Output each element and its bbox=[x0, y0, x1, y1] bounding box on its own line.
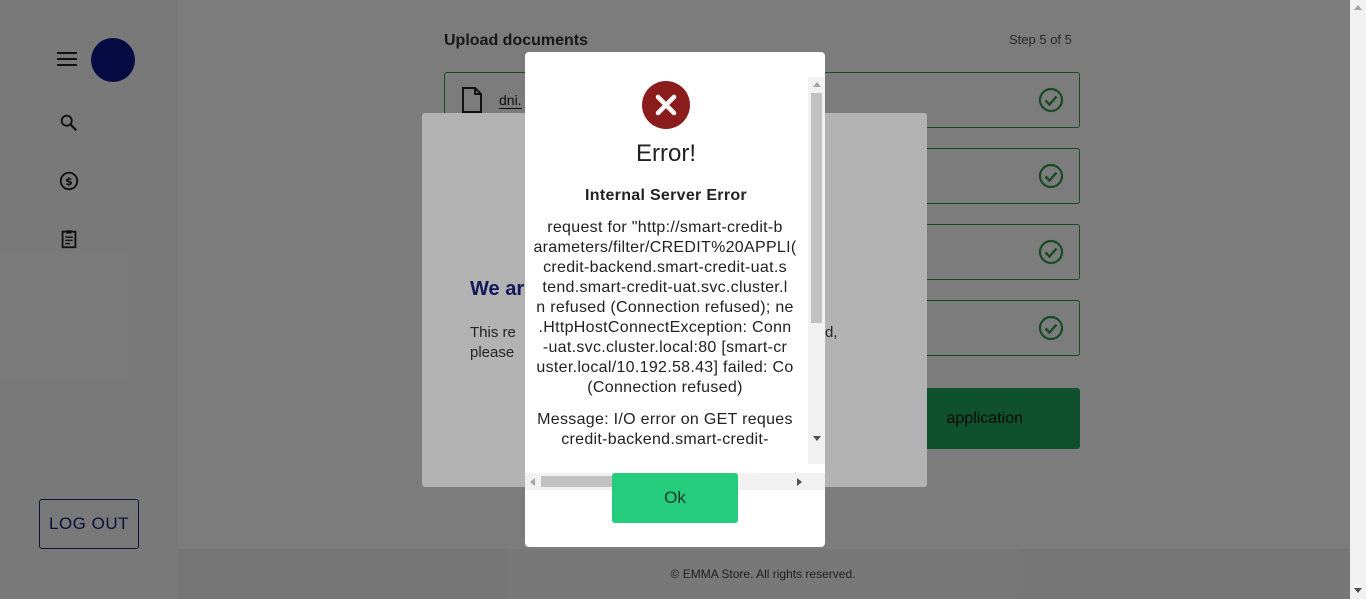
error-scroll-area[interactable]: Error! Internal Server Error request for… bbox=[525, 77, 825, 517]
error-detail-line: tend.smart-credit-uat.svc.cluster.l bbox=[542, 279, 788, 296]
scroll-left-icon[interactable] bbox=[530, 478, 535, 486]
error-detail: request for "http://smart-credit-b arame… bbox=[525, 218, 805, 398]
error-detail-line: .HttpHostConnectException: Conn bbox=[538, 319, 792, 336]
error-detail-line: request for "http://smart-credit-b bbox=[547, 219, 783, 236]
error-detail-line: arameters/filter/CREDIT%20APPLI( bbox=[533, 239, 797, 256]
scroll-down-icon[interactable] bbox=[813, 436, 821, 441]
vertical-scrollbar[interactable] bbox=[808, 77, 825, 464]
error-subtitle: Internal Server Error bbox=[585, 187, 747, 204]
error-message: Message: I/O error on GET reques credit-… bbox=[525, 410, 805, 450]
page-scrollbar[interactable] bbox=[1350, 0, 1366, 599]
error-dialog: Error! Internal Server Error request for… bbox=[525, 52, 825, 547]
error-detail-line: n refused (Connection refused); ne bbox=[536, 299, 794, 316]
error-message-line: Message: I/O error on GET reques bbox=[537, 411, 793, 428]
scroll-up-icon[interactable] bbox=[813, 82, 821, 87]
error-detail-line: credit-backend.smart-credit-uat.s bbox=[543, 259, 787, 276]
scroll-right-icon[interactable] bbox=[797, 478, 802, 486]
error-title: Error! bbox=[636, 140, 696, 167]
error-icon bbox=[642, 81, 690, 129]
ok-button[interactable]: Ok bbox=[612, 473, 738, 523]
error-detail-line: -uat.svc.cluster.local:80 [smart-cr bbox=[542, 339, 788, 356]
error-detail-line: (Connection refused) bbox=[587, 379, 743, 396]
vertical-scroll-thumb[interactable] bbox=[811, 93, 822, 323]
error-detail-line: uster.local/10.192.58.43] failed: Co bbox=[536, 359, 794, 376]
error-message-line: credit-backend.smart-credit- bbox=[561, 431, 769, 448]
